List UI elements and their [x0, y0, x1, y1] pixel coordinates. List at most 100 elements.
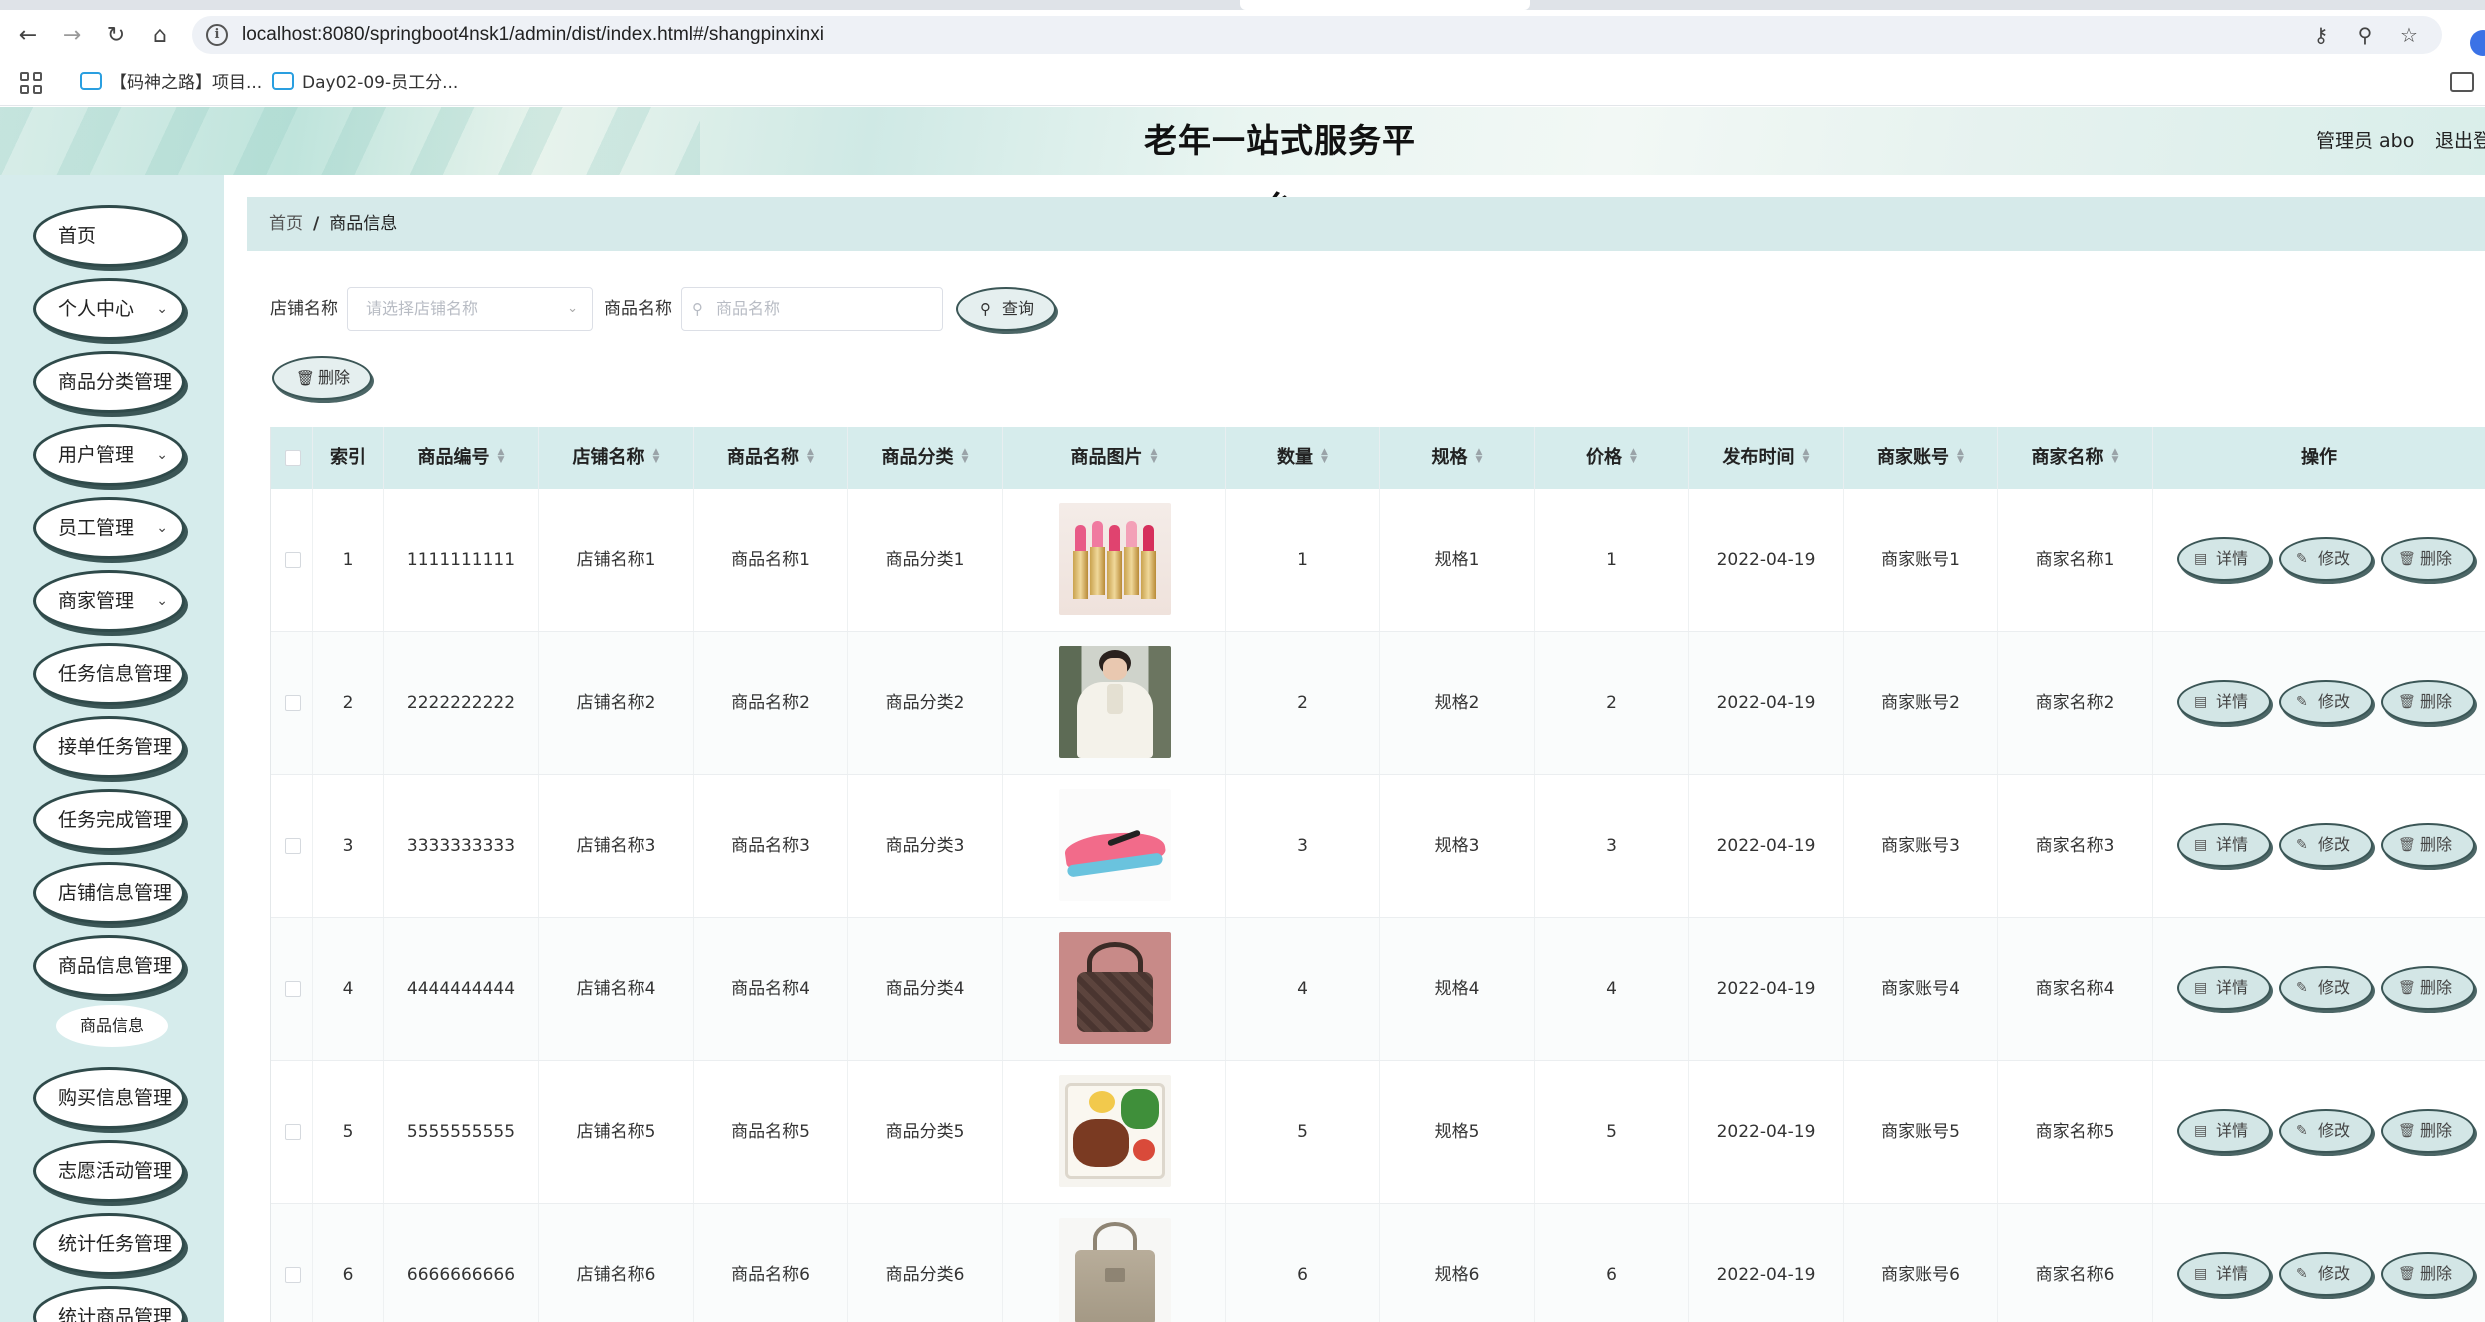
row-checkbox[interactable]: [285, 695, 301, 711]
site-info-icon[interactable]: i: [206, 24, 228, 46]
sidebar-item-task-complete[interactable]: 任务完成管理: [33, 789, 185, 851]
query-button[interactable]: ⚲ 查询: [956, 287, 1056, 331]
back-arrow-icon[interactable]: ←: [14, 22, 42, 50]
row-checkbox[interactable]: [285, 1124, 301, 1140]
profile-avatar[interactable]: [2470, 30, 2485, 56]
tote-bag-image[interactable]: [1059, 1218, 1171, 1322]
sidebar-item-purchase[interactable]: 购买信息管理: [33, 1067, 185, 1129]
sidebar-item-task-info[interactable]: 任务信息管理: [33, 643, 185, 705]
sidebar-item-product[interactable]: 商品信息管理: [33, 935, 185, 997]
delete-button[interactable]: 🗑 删除: [2381, 1252, 2475, 1296]
delete-button[interactable]: 🗑 删除: [2381, 680, 2475, 724]
cell-name: 商品名称1: [694, 489, 848, 631]
sort-icon[interactable]: ▲ ▼: [1476, 448, 1483, 465]
column-label: 发布时间: [1722, 447, 1795, 468]
batch-delete-button[interactable]: 🗑 删除: [272, 356, 372, 400]
cell-image: [1003, 1061, 1226, 1203]
food-box-image[interactable]: [1059, 1075, 1171, 1187]
address-url[interactable]: localhost:8080/springboot4nsk1/admin/dis…: [242, 16, 824, 54]
column-header-category[interactable]: 商品分类 ▲ ▼: [848, 427, 1003, 489]
sort-icon[interactable]: ▲ ▼: [1321, 448, 1328, 465]
cell-actions: ▤ 详情 ✎ 修改 🗑 删除: [2153, 918, 2485, 1060]
delete-button[interactable]: 🗑 删除: [2381, 1109, 2475, 1153]
column-header-shop[interactable]: 店铺名称 ▲ ▼: [539, 427, 694, 489]
sidebar-item-staff[interactable]: 员工管理 ⌄: [33, 497, 185, 559]
row-checkbox[interactable]: [285, 838, 301, 854]
sidebar-item-profile[interactable]: 个人中心 ⌄: [33, 278, 185, 340]
key-icon[interactable]: ⚷: [2308, 22, 2334, 48]
sidebar-item-merchant[interactable]: 商家管理 ⌄: [33, 570, 185, 632]
sort-icon[interactable]: ▲ ▼: [1630, 448, 1637, 465]
bookmark-star-icon[interactable]: ☆: [2396, 22, 2422, 48]
delete-button-label: 删除: [2420, 1264, 2453, 1283]
sidebar-item-users[interactable]: 用户管理 ⌄: [33, 424, 185, 486]
detail-button[interactable]: ▤ 详情: [2177, 537, 2271, 581]
sort-icon[interactable]: ▲ ▼: [2112, 448, 2119, 465]
detail-button[interactable]: ▤ 详情: [2177, 680, 2271, 724]
delete-button-label: 删除: [2420, 978, 2453, 997]
reload-icon[interactable]: ↻: [102, 22, 130, 50]
sidebar-item-task-accept[interactable]: 接单任务管理: [33, 716, 185, 778]
column-header-merchant-name[interactable]: 商家名称 ▲ ▼: [1998, 427, 2153, 489]
edit-button[interactable]: ✎ 修改: [2279, 537, 2373, 581]
row-checkbox[interactable]: [285, 1267, 301, 1283]
lipstick-image[interactable]: [1059, 503, 1171, 615]
sort-icon[interactable]: ▲ ▼: [962, 448, 969, 465]
active-tab[interactable]: [1240, 0, 1530, 10]
select-all-checkbox[interactable]: [285, 450, 301, 466]
home-icon[interactable]: ⌂: [146, 22, 174, 50]
sidebar-item-home[interactable]: 首页: [33, 205, 185, 267]
product-name-input[interactable]: ⚲ 商品名称: [681, 287, 943, 331]
zoom-icon[interactable]: ⚲: [2352, 22, 2378, 48]
detail-button[interactable]: ▤ 详情: [2177, 823, 2271, 867]
edit-button[interactable]: ✎ 修改: [2279, 966, 2373, 1010]
blouse-image[interactable]: [1059, 646, 1171, 758]
logout-link[interactable]: 退出登: [2435, 107, 2485, 175]
column-header-qty[interactable]: 数量 ▲ ▼: [1226, 427, 1380, 489]
sort-icon[interactable]: ▲ ▼: [1151, 448, 1158, 465]
edit-button[interactable]: ✎ 修改: [2279, 823, 2373, 867]
sidebar-item-category[interactable]: 商品分类管理: [33, 351, 185, 413]
edit-button[interactable]: ✎ 修改: [2279, 1252, 2373, 1296]
sort-icon[interactable]: ▲ ▼: [1957, 448, 1964, 465]
column-header-name[interactable]: 商品名称 ▲ ▼: [694, 427, 848, 489]
sort-icon[interactable]: ▲ ▼: [653, 448, 660, 465]
sort-icon[interactable]: ▲ ▼: [498, 448, 505, 465]
column-header-image[interactable]: 商品图片 ▲ ▼: [1003, 427, 1226, 489]
row-checkbox[interactable]: [285, 552, 301, 568]
shop-name-select[interactable]: 请选择店铺名称 ⌄: [347, 287, 593, 331]
apps-grid-icon[interactable]: [20, 72, 42, 94]
delete-button[interactable]: 🗑 删除: [2381, 537, 2475, 581]
detail-button[interactable]: ▤ 详情: [2177, 1252, 2271, 1296]
row-checkbox[interactable]: [285, 981, 301, 997]
forward-arrow-icon[interactable]: →: [58, 22, 86, 50]
edit-button[interactable]: ✎ 修改: [2279, 1109, 2373, 1153]
breadcrumb-separator: /: [313, 214, 320, 234]
sidebar-item-product-stats[interactable]: 统计商品管理: [33, 1286, 185, 1322]
folder-icon[interactable]: [2450, 72, 2474, 92]
sidebar-item-task-stats[interactable]: 统计任务管理: [33, 1213, 185, 1275]
sort-icon[interactable]: ▲ ▼: [807, 448, 814, 465]
breadcrumb-home[interactable]: 首页: [269, 214, 303, 234]
column-header-date[interactable]: 发布时间 ▲ ▼: [1689, 427, 1844, 489]
column-header-spec[interactable]: 规格 ▲ ▼: [1380, 427, 1535, 489]
sneaker-image[interactable]: [1059, 789, 1171, 901]
bookmark-item-2[interactable]: Day02-09-员工分...: [272, 60, 458, 106]
sidebar-item-volunteer[interactable]: 志愿活动管理: [33, 1140, 185, 1202]
detail-button[interactable]: ▤ 详情: [2177, 1109, 2271, 1153]
sort-icon[interactable]: ▲ ▼: [1803, 448, 1810, 465]
column-label: 商品名称: [727, 447, 800, 468]
edit-button[interactable]: ✎ 修改: [2279, 680, 2373, 724]
detail-button[interactable]: ▤ 详情: [2177, 966, 2271, 1010]
column-header-code[interactable]: 商品编号 ▲ ▼: [384, 427, 539, 489]
column-header-price[interactable]: 价格 ▲ ▼: [1535, 427, 1689, 489]
column-header-merchant-acct[interactable]: 商家账号 ▲ ▼: [1844, 427, 1998, 489]
delete-button[interactable]: 🗑 删除: [2381, 966, 2475, 1010]
handbag-image[interactable]: [1059, 932, 1171, 1044]
delete-button[interactable]: 🗑 删除: [2381, 823, 2475, 867]
trash-icon: 🗑: [2398, 694, 2416, 710]
sidebar-item-shop[interactable]: 店铺信息管理: [33, 862, 185, 924]
sidebar-subitem-product-info[interactable]: 商品信息: [56, 1005, 168, 1047]
bookmark-item-1[interactable]: 【码神之路】项目...: [80, 60, 262, 106]
address-bar[interactable]: i localhost:8080/springboot4nsk1/admin/d…: [192, 16, 2442, 54]
